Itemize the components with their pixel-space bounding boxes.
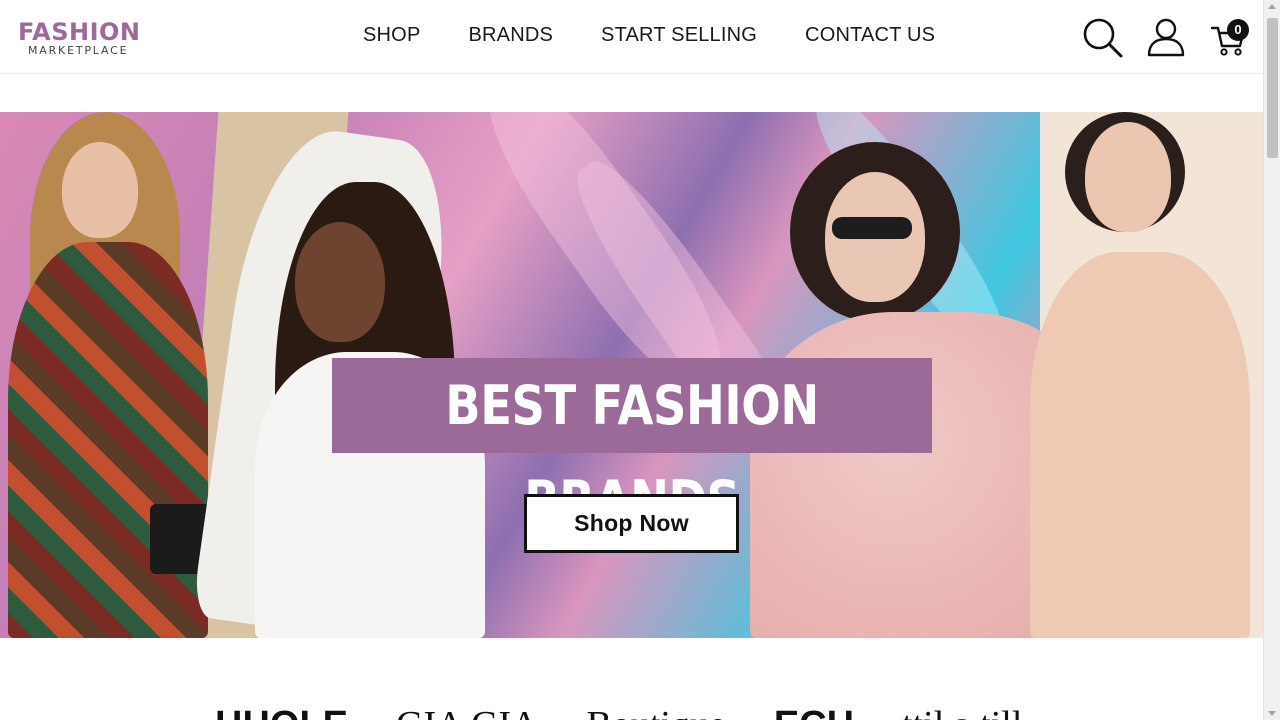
scroll-down-arrow-icon[interactable] [1268,711,1276,716]
brand-logo[interactable]: GIA GIA [396,706,538,720]
shop-now-button[interactable]: Shop Now [524,494,739,553]
brand-logo[interactable]: HHOLE [215,706,348,720]
site-logo[interactable]: FASHION MARKETPLACE [18,19,141,57]
scroll-up-arrow-icon[interactable] [1268,4,1276,9]
user-icon[interactable] [1146,17,1186,57]
main-nav: SHOP BRANDS START SELLING CONTACT US [363,24,983,47]
site-header: FASHION MARKETPLACE SHOP BRANDS START SE… [0,0,1263,74]
nav-item-contact-us[interactable]: CONTACT US [805,24,935,47]
hero-banner: BEST FASHION BRANDS Shop Now [0,112,1263,638]
nav-item-start-selling[interactable]: START SELLING [601,24,757,47]
scroll-thumb[interactable] [1267,18,1278,158]
brand-logo[interactable]: ECH [774,706,854,720]
brand-logo[interactable]: Boutique [586,706,725,720]
brand-logo-strip: HHOLE GIA GIA Boutique ECH ttil a till [215,706,1022,720]
model-photo-peach-dress [1010,112,1263,638]
search-icon[interactable] [1082,17,1124,59]
page-scrollbar[interactable] [1263,0,1280,720]
logo-tagline: MARKETPLACE [28,44,129,57]
nav-item-shop[interactable]: SHOP [363,24,420,47]
hero-headline-box: BEST FASHION BRANDS [332,358,932,532]
brand-logo[interactable]: ttil a till [902,706,1022,720]
cart-count-badge: 0 [1227,19,1249,41]
nav-item-brands[interactable]: BRANDS [468,24,553,47]
logo-wordmark: FASHION [18,18,141,46]
